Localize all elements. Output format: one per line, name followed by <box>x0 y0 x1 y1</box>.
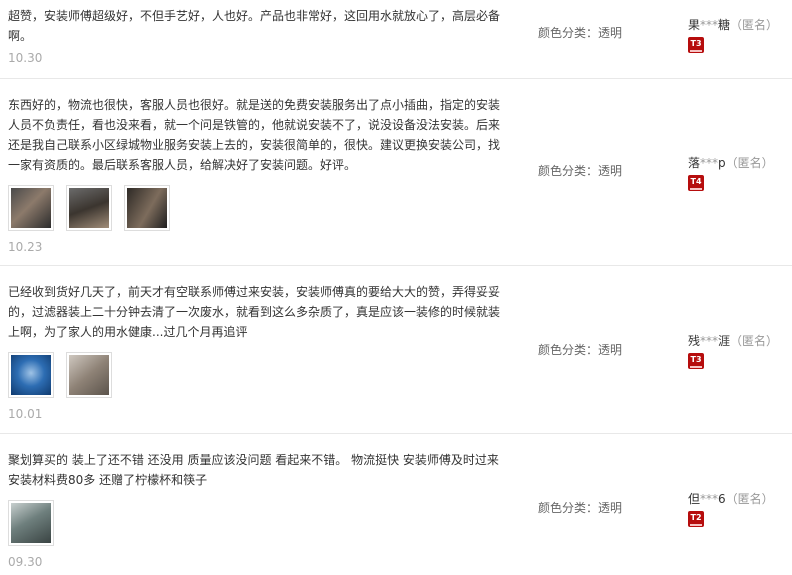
review-content: 超赞，安装师傅超级好，不但手艺好，人也好。产品也非常好，这回用水就放心了，高层必… <box>8 6 504 68</box>
reviewer-name-suffix: p <box>718 156 726 170</box>
review-photos <box>8 352 504 398</box>
reviewer-info: 果***糖（匿名） T3 <box>688 16 778 53</box>
review-photo-thumbnail[interactable] <box>124 185 170 231</box>
user-level-badge[interactable]: T3 <box>688 353 704 369</box>
reviewer-name-prefix: 但 <box>688 492 701 506</box>
review-date: 10.30 <box>8 51 43 65</box>
sku-info: 颜色分类：透明 <box>538 501 623 515</box>
review-text: 已经收到货好几天了，前天才有空联系师傅过来安装，安装师傅真的要给大大的赞，弄得妥… <box>8 285 501 339</box>
reviewer-name-prefix: 残 <box>688 334 701 348</box>
reviewer-mask: *** <box>700 156 719 170</box>
review-content: 聚划算买的 装上了还不错 还没用 质量应该没问题 看起来不错。 物流挺快 安装师… <box>8 450 504 572</box>
user-level-badge[interactable]: T4 <box>688 175 704 191</box>
sku-info: 颜色分类：透明 <box>538 26 623 40</box>
review-text: 东西好的，物流也很快，客服人员也很好。就是送的免费安装服务出了点小插曲，指定的安… <box>8 98 501 172</box>
review-text: 超赞，安装师傅超级好，不但手艺好，人也好。产品也非常好，这回用水就放心了，高层必… <box>8 9 501 43</box>
user-level-badge[interactable]: T2 <box>688 511 704 527</box>
reviewer-mask: *** <box>700 18 719 32</box>
review-content: 东西好的，物流也很快，客服人员也很好。就是送的免费安装服务出了点小插曲，指定的安… <box>8 95 504 257</box>
review-date: 10.23 <box>8 240 43 254</box>
review-photos <box>8 185 504 231</box>
review-item: 聚划算买的 装上了还不错 还没用 质量应该没问题 看起来不错。 物流挺快 安装师… <box>0 434 792 575</box>
review-content: 已经收到货好几天了，前天才有空联系师傅过来安装，安装师傅真的要给大大的赞，弄得妥… <box>8 282 504 424</box>
review-date: 09.30 <box>8 555 43 569</box>
reviewer-info: 残***涯（匿名） T3 <box>688 332 778 369</box>
reviewer-mask: *** <box>700 492 719 506</box>
review-item: 东西好的，物流也很快，客服人员也很好。就是送的免费安装服务出了点小插曲，指定的安… <box>0 79 792 266</box>
review-photos <box>8 500 504 546</box>
review-photo-thumbnail[interactable] <box>8 185 54 231</box>
sku-info: 颜色分类：透明 <box>538 164 623 178</box>
reviewer-mask: *** <box>700 334 719 348</box>
user-level-badge[interactable]: T3 <box>688 37 704 53</box>
review-item: 超赞，安装师傅超级好，不但手艺好，人也好。产品也非常好，这回用水就放心了，高层必… <box>0 0 792 79</box>
review-item: 已经收到货好几天了，前天才有空联系师傅过来安装，安装师傅真的要给大大的赞，弄得妥… <box>0 266 792 434</box>
anonymous-label: （匿名） <box>730 334 779 348</box>
review-photo-thumbnail[interactable] <box>66 352 112 398</box>
review-photo-thumbnail[interactable] <box>8 500 54 546</box>
reviewer-name-suffix: 糖 <box>718 18 731 32</box>
anonymous-label: （匿名） <box>725 492 774 506</box>
sku-info: 颜色分类：透明 <box>538 343 623 357</box>
review-photo-thumbnail[interactable] <box>8 352 54 398</box>
reviewer-info: 但***6（匿名） T2 <box>688 490 774 527</box>
review-photo-thumbnail[interactable] <box>66 185 112 231</box>
anonymous-label: （匿名） <box>730 18 779 32</box>
reviewer-name-suffix: 6 <box>718 492 726 506</box>
review-date: 10.01 <box>8 407 43 421</box>
reviewer-name-prefix: 落 <box>688 156 701 170</box>
reviewer-info: 落***p（匿名） T4 <box>688 154 774 191</box>
review-text: 聚划算买的 装上了还不错 还没用 质量应该没问题 看起来不错。 物流挺快 安装师… <box>8 453 499 487</box>
reviewer-name-suffix: 涯 <box>718 334 731 348</box>
anonymous-label: （匿名） <box>725 156 774 170</box>
reviewer-name-prefix: 果 <box>688 18 701 32</box>
